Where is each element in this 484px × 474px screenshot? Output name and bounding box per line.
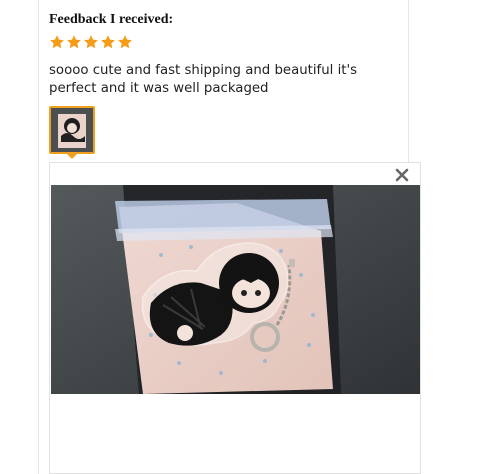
- feedback-heading: Feedback I received:: [49, 12, 174, 27]
- star-icon: [84, 35, 98, 49]
- star-icon: [67, 35, 81, 49]
- photo-thumbnail[interactable]: [49, 106, 95, 154]
- star-icon: [50, 35, 64, 49]
- star-icon: [118, 35, 132, 49]
- review-text: soooo cute and fast shipping and beautif…: [49, 63, 358, 96]
- close-icon[interactable]: [395, 168, 409, 182]
- star-rating: [49, 34, 133, 52]
- thumbnail-image: [51, 108, 93, 152]
- product-photo: [51, 185, 420, 394]
- thumbnail-pointer: [66, 153, 78, 159]
- keychain-photo: [51, 185, 420, 394]
- star-icon: [101, 35, 115, 49]
- image-viewer: [49, 162, 421, 474]
